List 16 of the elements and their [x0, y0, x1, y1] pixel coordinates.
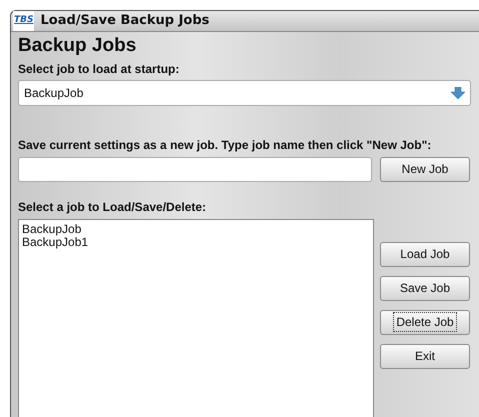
startup-job-dropdown[interactable]: BackupJob [18, 80, 471, 106]
job-list-item[interactable]: BackupJob1 [22, 236, 88, 248]
window-title: Load/Save Backup Jobs [40, 12, 210, 30]
field-label: Select job to load at startup: [18, 60, 180, 78]
job-list-item[interactable]: BackupJob [22, 222, 82, 236]
action-button[interactable]: Delete Job [380, 310, 470, 334]
job-name-field[interactable] [18, 156, 372, 182]
field-label: Save current settings as a new job. Type job name then click "New Job": [18, 136, 432, 154]
field-label: Select a job to Load/Save/Delete: [18, 198, 208, 216]
action-button[interactable]: Save Job [380, 276, 470, 300]
action-button[interactable]: Exit [380, 344, 470, 368]
app-logo: TBS [13, 11, 34, 30]
new-job-button[interactable]: New Job [380, 156, 470, 182]
dropdown-arrow-icon [451, 86, 465, 98]
action-button[interactable]: Load Job [380, 242, 470, 266]
section-heading: Backup Jobs [18, 34, 138, 56]
